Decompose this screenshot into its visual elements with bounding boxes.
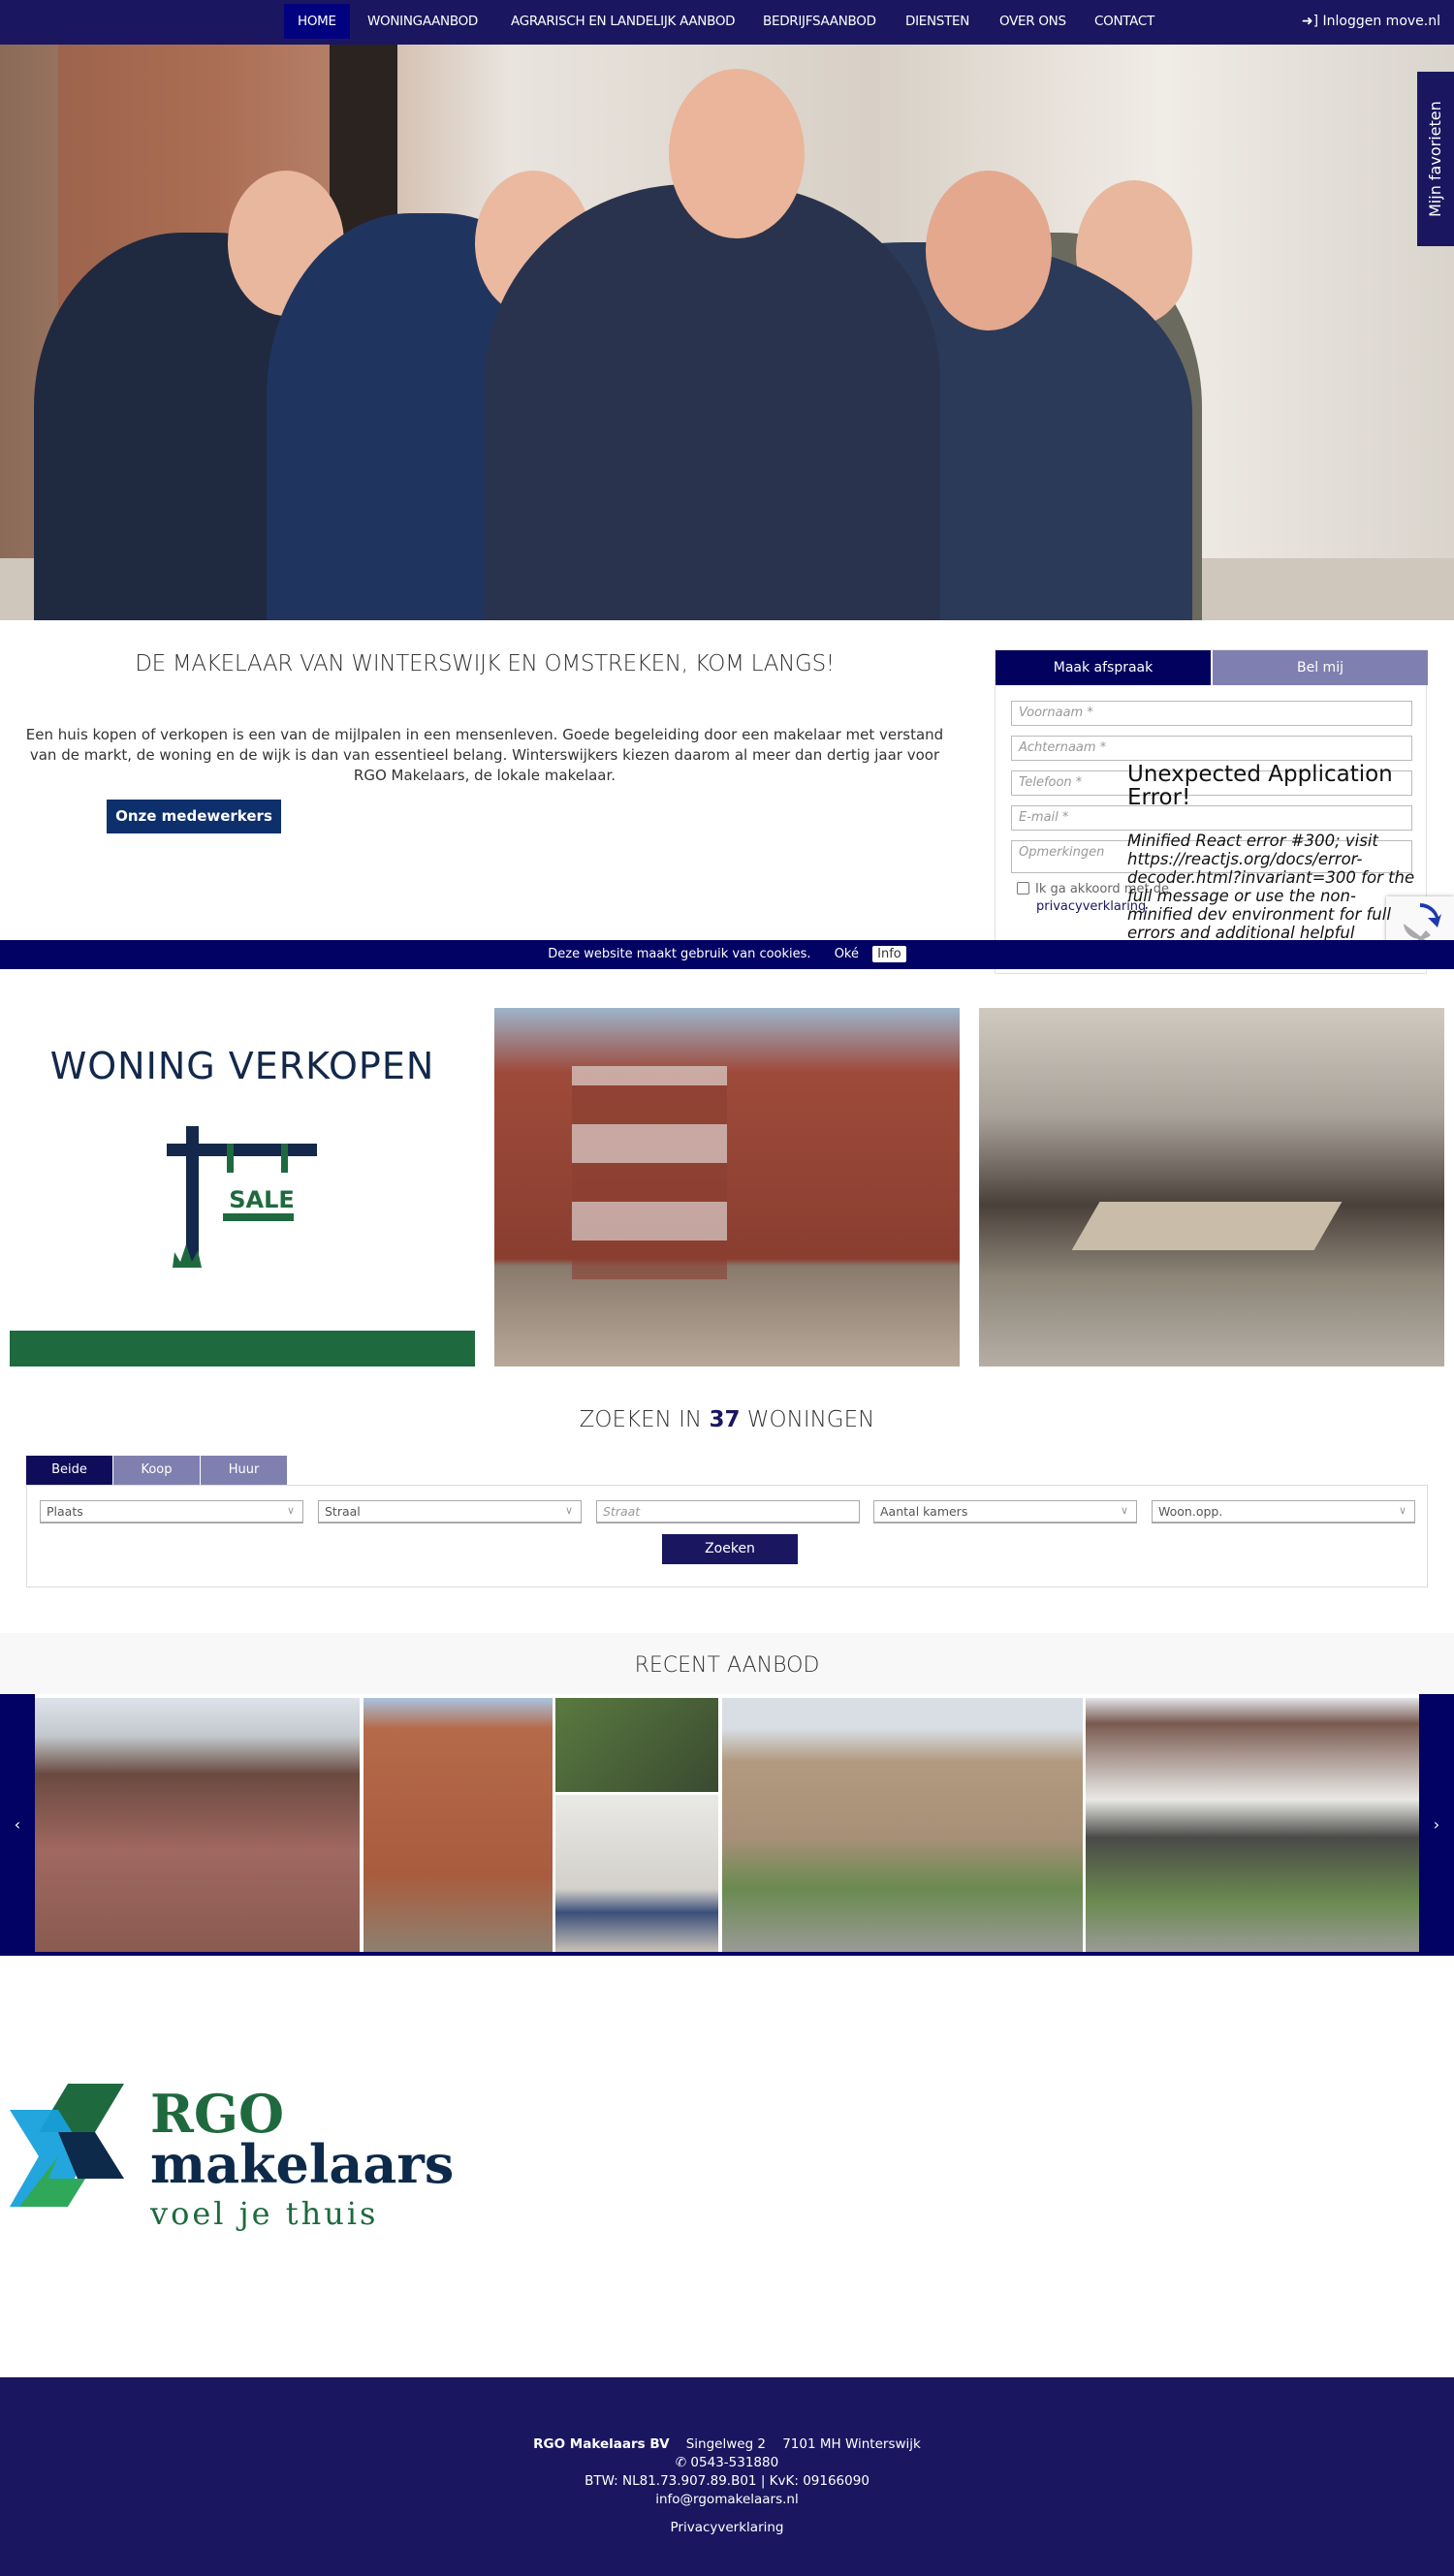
plaats-select[interactable]: Plaats ∨ — [40, 1500, 303, 1524]
footer: RGO Makelaars BV Singelweg 2 7101 MH Win… — [0, 2377, 1454, 2576]
listing-photo[interactable] — [722, 1698, 1083, 1952]
listing-photo[interactable] — [35, 1698, 360, 1952]
tab-maak-afspraak[interactable]: Maak afspraak — [996, 650, 1211, 685]
straat-input[interactable]: Straat — [596, 1500, 860, 1524]
search-tab-huur[interactable]: Huur — [201, 1456, 287, 1485]
sign-in-icon: ➜] — [1301, 14, 1319, 29]
tile-office-exterior[interactable] — [494, 1008, 960, 1367]
nav-bedrijfsaanbod[interactable]: BEDRIJFSAANBOD — [749, 4, 890, 39]
favorites-tab[interactable]: Mijn favorieten — [1417, 72, 1454, 246]
intro-text: Een huis kopen of verkopen is een van de… — [25, 726, 944, 784]
chevron-down-icon: ∨ — [564, 1504, 573, 1517]
woon-opp-select[interactable]: Woon.opp. ∨ — [1152, 1500, 1415, 1524]
rgo-logo-mark: RGO makelaars voel je thuis — [10, 2083, 454, 2232]
search-button[interactable]: Zoeken — [662, 1534, 798, 1564]
last-name-input[interactable]: Achternaam * — [1011, 736, 1412, 761]
listing-photo[interactable] — [1086, 1698, 1420, 1952]
first-name-input[interactable]: Voornaam * — [1011, 701, 1412, 726]
recent-carousel: ‹ › — [0, 1694, 1454, 1956]
svg-text:voel je thuis: voel je thuis — [149, 2195, 378, 2232]
nav-diensten[interactable]: DIENSTEN — [892, 4, 983, 39]
listing-photo[interactable] — [555, 1795, 718, 1952]
intro-title: DE MAKELAAR VAN WINTERSWIJK EN OMSTREKEN… — [135, 651, 835, 676]
nav-agrarisch[interactable]: AGRARISCH EN LANDELIJK AANBOD — [497, 4, 748, 39]
top-navigation: HOME WONINGAANBOD AGRARISCH EN LANDELIJK… — [0, 0, 1454, 45]
error-title: Unexpected Application Error! — [1127, 762, 1393, 810]
rgo-logo: RGO makelaars voel je thuis — [10, 2083, 494, 2239]
nav-woningaanbod[interactable]: WONINGAANBOD — [354, 4, 491, 39]
for-sale-sign-icon: SALE — [167, 1126, 317, 1268]
carousel-prev-button[interactable]: ‹ — [0, 1694, 35, 1956]
chevron-right-icon: › — [1433, 1815, 1440, 1834]
staff-button[interactable]: Onze medewerkers — [107, 800, 281, 833]
login-label: Inloggen move.nl — [1322, 14, 1440, 29]
error-overlay: Unexpected Application Error! Minified R… — [1127, 763, 1418, 960]
tab-bel-mij[interactable]: Bel mij — [1213, 650, 1428, 685]
nav-over-ons[interactable]: OVER ONS — [986, 4, 1080, 39]
cookie-text: Deze website maakt gebruik van cookies. — [548, 947, 811, 961]
footer-privacy-link[interactable]: Privacyverklaring — [0, 2519, 1454, 2537]
cookie-info-button[interactable]: Info — [872, 946, 906, 962]
chevron-down-icon: ∨ — [1120, 1504, 1128, 1517]
straal-select[interactable]: Straal ∨ — [318, 1500, 582, 1524]
nav-contact[interactable]: CONTACT — [1081, 4, 1168, 39]
tile-title: WONING VERKOPEN — [49, 1045, 435, 1087]
house-count: 37 — [709, 1407, 741, 1432]
svg-text:SALE: SALE — [229, 1186, 295, 1213]
listing-photo[interactable] — [555, 1698, 718, 1792]
recent-title: RECENT AANBOD — [634, 1653, 820, 1678]
footer-phone: ✆ 0543-531880 — [675, 2455, 779, 2470]
tile-woning-verkopen[interactable]: WONING VERKOPEN SALE — [10, 1008, 475, 1367]
chevron-down-icon: ∨ — [1398, 1504, 1407, 1517]
carousel-next-button[interactable]: › — [1419, 1694, 1454, 1956]
chevron-left-icon: ‹ — [14, 1815, 21, 1834]
phone-icon: ✆ — [675, 2455, 687, 2470]
tile-office-interior[interactable] — [979, 1008, 1444, 1367]
footer-registration: BTW: NL81.73.907.89.B01 | KvK: 09166090 — [585, 2473, 869, 2489]
nav-home[interactable]: HOME — [284, 4, 350, 39]
listing-photo[interactable] — [364, 1698, 553, 1952]
chevron-down-icon: ∨ — [286, 1504, 295, 1517]
cookie-ok-button[interactable]: Oké — [835, 947, 859, 961]
cookie-bar: Deze website maakt gebruik van cookies. … — [0, 940, 1454, 969]
login-link[interactable]: ➜] Inloggen move.nl — [1302, 4, 1440, 39]
consent-checkbox[interactable] — [1017, 882, 1029, 895]
footer-email-link[interactable]: info@rgomakelaars.nl — [0, 2491, 1454, 2509]
search-box: Plaats ∨ Straal ∨ Straat Aantal kamers ∨ Wo… — [26, 1485, 1428, 1587]
footer-address: RGO Makelaars BV Singelweg 2 7101 MH Win… — [533, 2436, 921, 2452]
search-tab-koop[interactable]: Koop — [113, 1456, 200, 1485]
svg-text:makelaars: makelaars — [150, 2133, 454, 2195]
search-title: ZOEKEN IN 37 WONINGEN — [579, 1407, 875, 1432]
search-tab-beide[interactable]: Beide — [26, 1456, 112, 1485]
aantal-kamers-select[interactable]: Aantal kamers ∨ — [873, 1500, 1137, 1524]
hero-team-photo — [0, 45, 1454, 620]
